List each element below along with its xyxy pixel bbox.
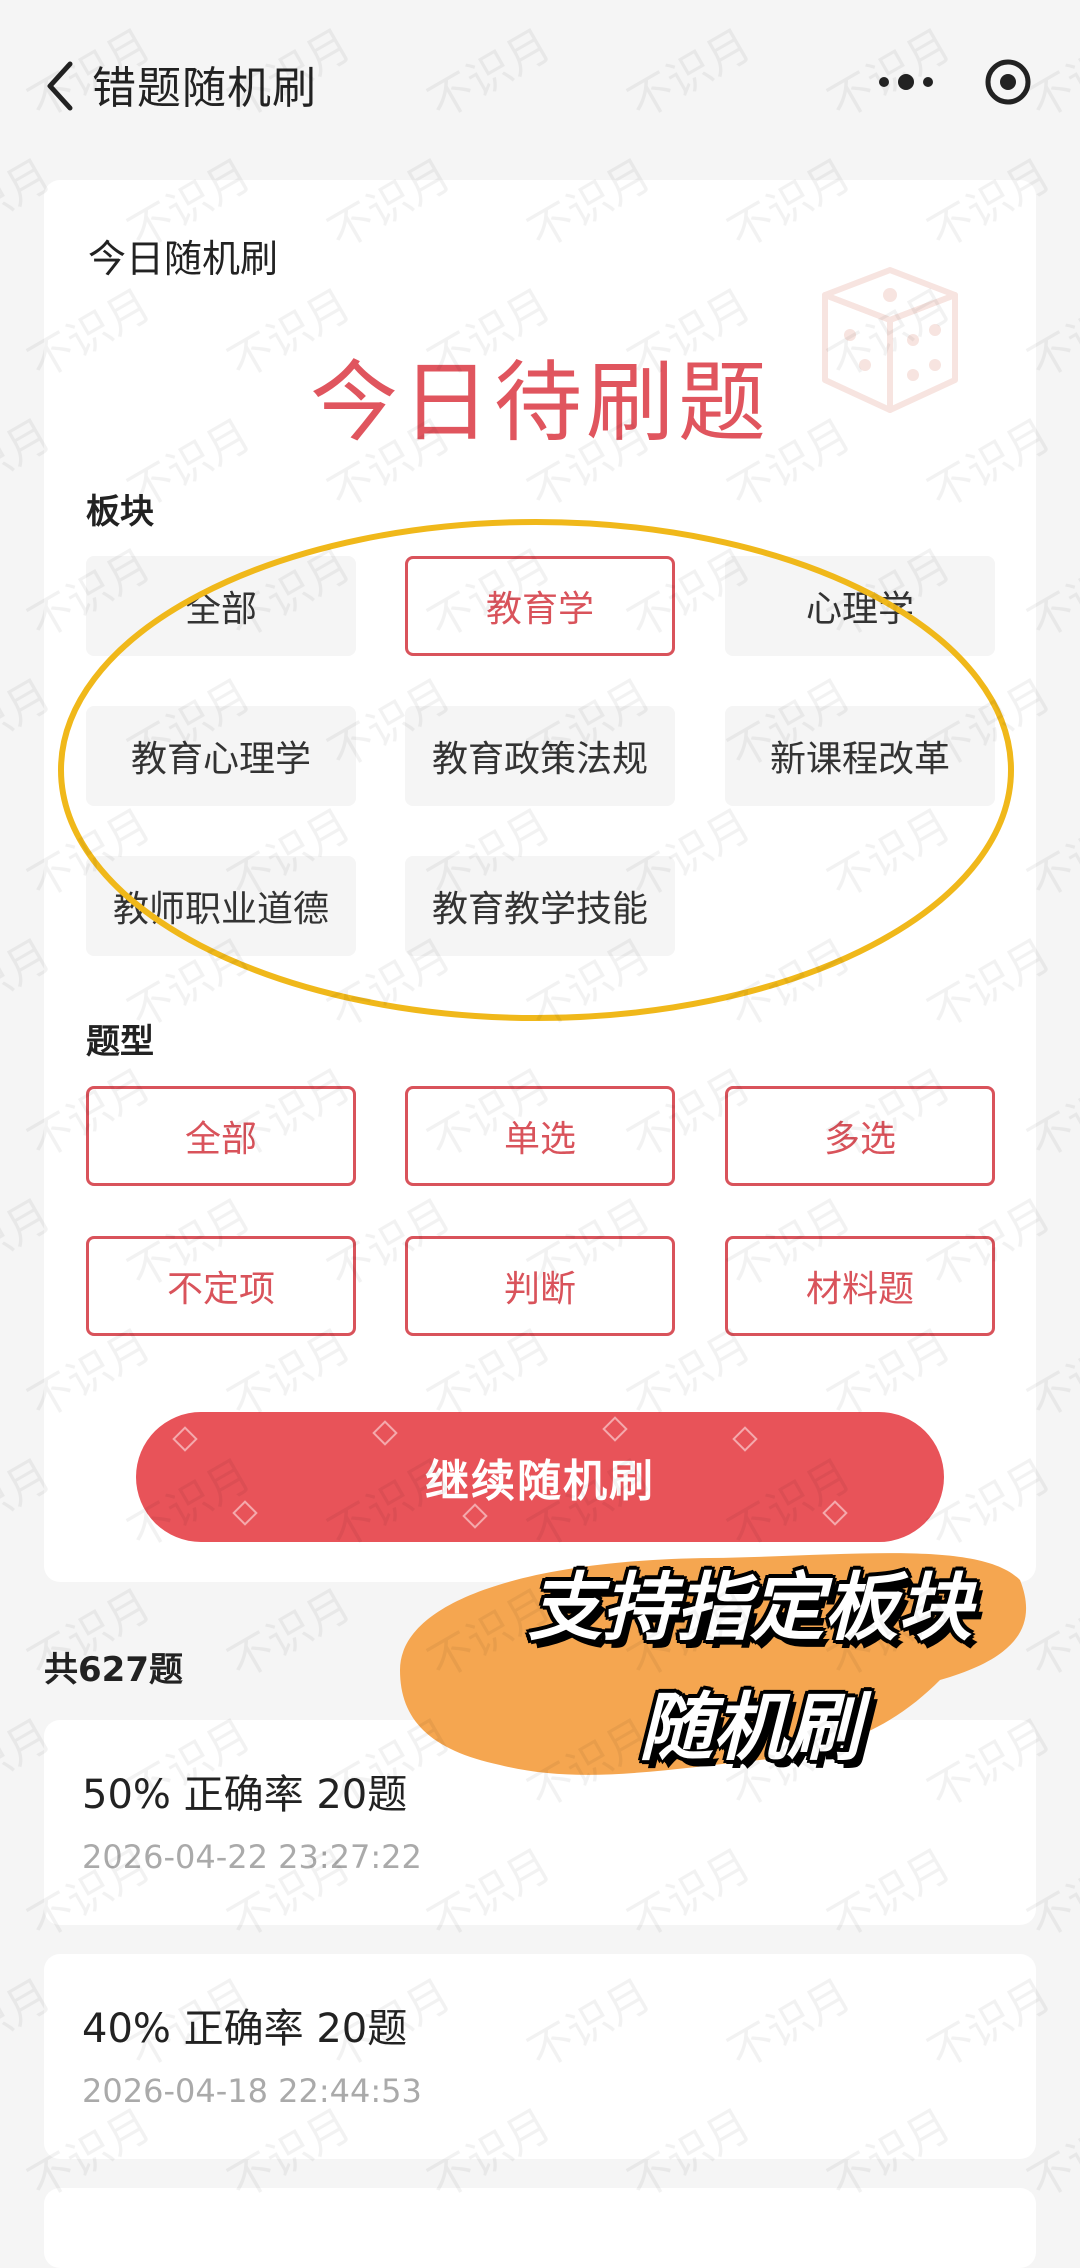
total-count: 共627题: [44, 1650, 183, 1690]
continue-random-button-label: 继续随机刷: [425, 1456, 655, 1507]
type-chip-material[interactable]: 材料题: [725, 1236, 995, 1336]
back-chevron-icon[interactable]: [40, 56, 84, 116]
promo-text-line2: 随机刷: [639, 1685, 861, 1771]
type-chip-single[interactable]: 单选: [405, 1086, 675, 1186]
target-circle-icon[interactable]: [982, 56, 1034, 108]
type-chip-multiple[interactable]: 多选: [725, 1086, 995, 1186]
today-pending-title: 今日待刷题: [309, 351, 770, 454]
highlight-ellipse: [58, 519, 1014, 1021]
record-title: 50% 正确率 20题: [82, 1772, 408, 1818]
type-chip-indefinite[interactable]: 不定项: [86, 1236, 356, 1336]
more-dots-icon[interactable]: [866, 60, 946, 104]
record-title: 40% 正确率 20题: [82, 2006, 408, 2052]
record-time: 2026-04-22 23:27:22: [82, 1838, 422, 1876]
type-chip-all[interactable]: 全部: [86, 1086, 356, 1186]
promo-text-line1: 支持指定板块: [528, 1565, 972, 1651]
nav-bar: 错题随机刷: [0, 0, 1080, 160]
watermark-text: 不识月: [220, 1579, 360, 1689]
card-label: 今日随机刷: [88, 237, 279, 281]
question-type-section-label: 题型: [86, 1022, 154, 1062]
page-title: 错题随机刷: [92, 63, 317, 114]
record-card[interactable]: [44, 2188, 1036, 2268]
record-card[interactable]: [44, 1954, 1036, 2159]
record-time: 2026-04-18 22:44:53: [82, 2072, 422, 2110]
type-chip-judgment[interactable]: 判断: [405, 1236, 675, 1336]
